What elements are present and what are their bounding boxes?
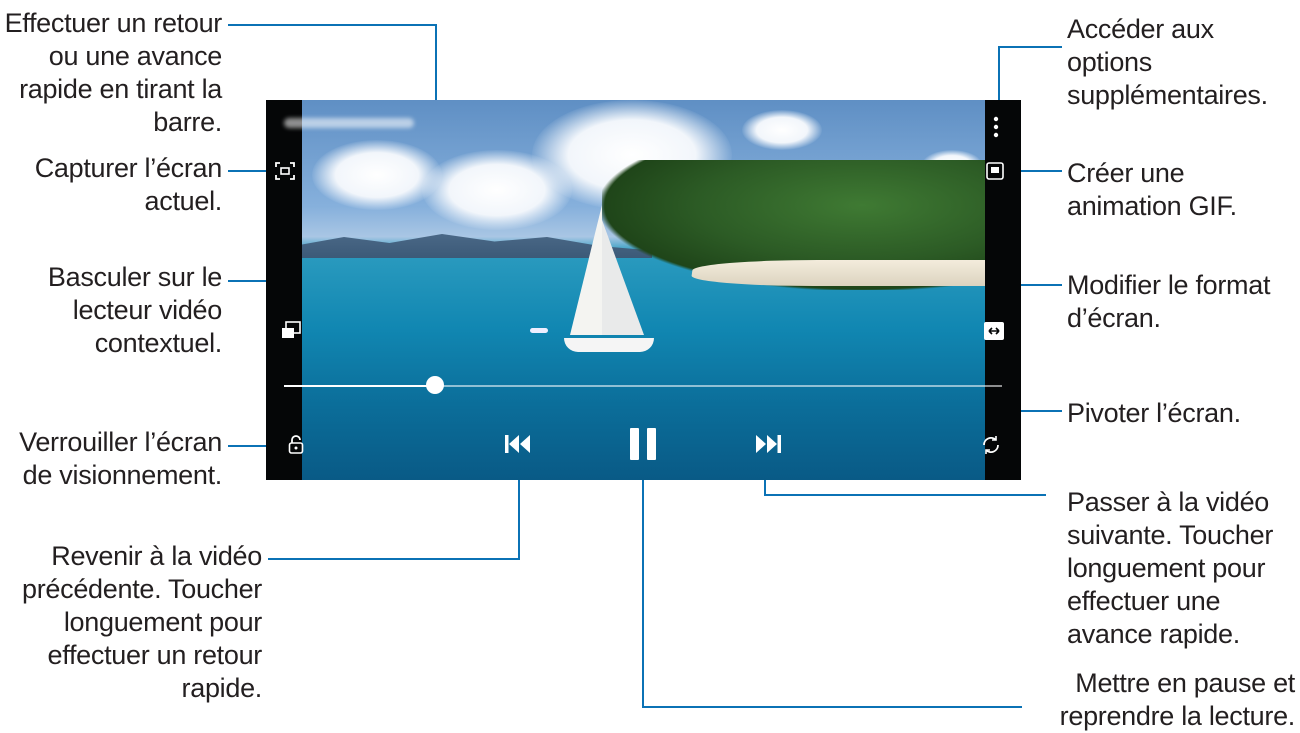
capture-icon[interactable] bbox=[274, 160, 296, 182]
video-player-screen bbox=[266, 100, 1021, 480]
video-small-boat bbox=[530, 328, 548, 333]
next-button[interactable] bbox=[754, 433, 782, 455]
previous-icon bbox=[505, 435, 530, 453]
next-icon bbox=[756, 435, 781, 453]
seek-bar-thumb[interactable] bbox=[425, 376, 444, 394]
callout-gif: Créer une animation GIF. bbox=[1067, 158, 1237, 221]
callout-previous: Revenir à la vidéo précédente. Toucher l… bbox=[22, 541, 262, 703]
callout-more-options: Accéder aux options supplémentaires. bbox=[1067, 14, 1268, 110]
video-cloud bbox=[742, 110, 822, 150]
callout-ratio: Modifier le format d’écran. bbox=[1067, 270, 1271, 333]
rotate-icon[interactable] bbox=[978, 433, 1004, 457]
popup-player-icon[interactable] bbox=[280, 320, 302, 340]
video-beach bbox=[690, 260, 985, 286]
pause-icon bbox=[647, 428, 656, 460]
video-title bbox=[284, 118, 414, 128]
leader-seek-h bbox=[228, 24, 437, 26]
leader-pause-v bbox=[642, 458, 644, 708]
leader-previous-h bbox=[268, 558, 520, 560]
video-frame[interactable] bbox=[302, 100, 985, 480]
seek-bar-progress bbox=[284, 385, 435, 387]
previous-button[interactable] bbox=[504, 433, 532, 455]
screen-ratio-icon[interactable] bbox=[982, 320, 1006, 342]
callout-seek-bar: Effectuer un retour ou une avance rapide… bbox=[4, 8, 223, 137]
callout-rotate: Pivoter l’écran. bbox=[1067, 398, 1241, 428]
callout-popup-player: Basculer sur le lecteur vidéo contextuel… bbox=[47, 262, 222, 358]
video-sail bbox=[602, 220, 644, 335]
leader-pause-h bbox=[642, 706, 1022, 708]
seek-bar[interactable] bbox=[284, 385, 1002, 387]
video-sail bbox=[570, 205, 602, 335]
gif-icon[interactable] bbox=[984, 160, 1006, 182]
callout-pause: Mettre en pause et reprendre la lecture. bbox=[1059, 668, 1296, 731]
callout-lock: Verrouiller l’écran de visionnement. bbox=[19, 427, 222, 490]
video-cloud bbox=[422, 150, 572, 230]
leader-next-h bbox=[764, 494, 1046, 496]
leader-more-v bbox=[998, 46, 1000, 104]
video-cloud bbox=[312, 140, 442, 210]
video-boat-hull bbox=[564, 338, 654, 352]
lock-icon[interactable] bbox=[286, 433, 306, 455]
pause-icon bbox=[630, 428, 639, 460]
more-options-icon[interactable] bbox=[990, 114, 1002, 140]
leader-more bbox=[998, 46, 1062, 48]
callout-next: Passer à la vidéo suivante. Toucher long… bbox=[1067, 487, 1274, 649]
pause-button[interactable] bbox=[630, 428, 656, 460]
callout-capture: Capturer l’écran actuel. bbox=[34, 153, 223, 216]
